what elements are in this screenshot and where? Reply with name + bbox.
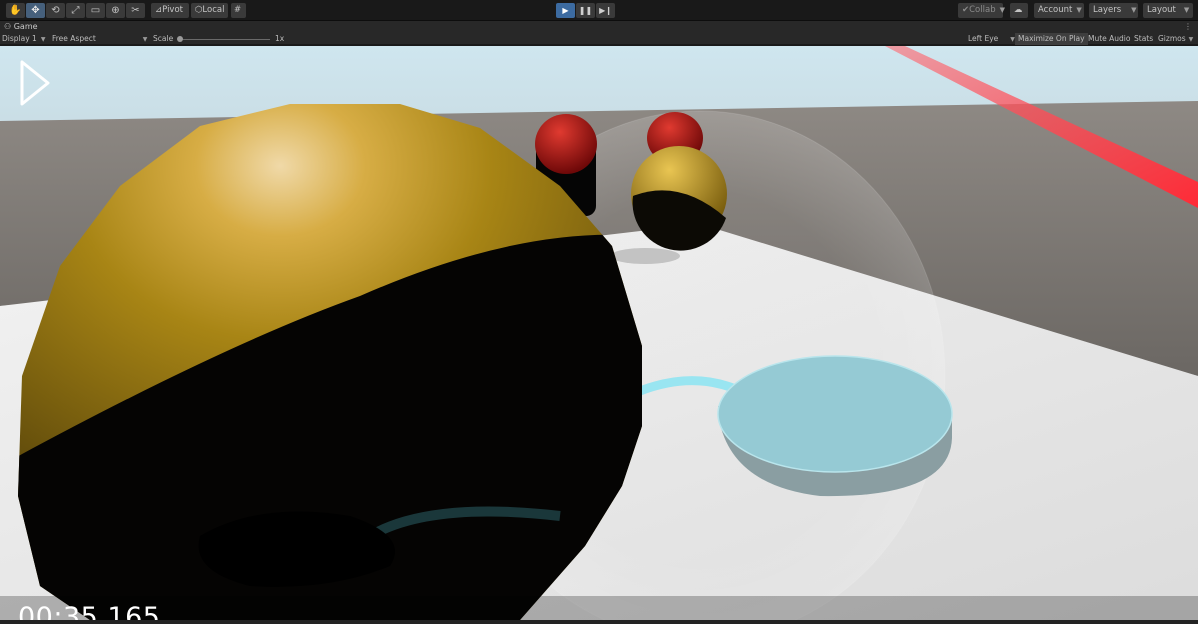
game-view-controls: Display 1 ▼ Free Aspect ▼ Scale 1x Left Ey… [0, 33, 1198, 45]
stats-toggle[interactable]: Stats [1134, 33, 1153, 45]
account-dropdown[interactable]: Account ▼ [1034, 3, 1084, 18]
grid-snap-icon: # [234, 5, 242, 15]
hand-tool-icon[interactable]: ✋ [6, 3, 25, 18]
local-label: Local [202, 5, 225, 15]
maximize-on-play-toggle[interactable]: Maximize On Play [1015, 33, 1088, 45]
layers-label: Layers [1093, 5, 1122, 15]
chevron-down-icon: ▼ [1076, 6, 1082, 14]
main-toolbar: ✋ ✥ ⟲ ⤢ ▭ ⊕ ✂ ⊿Pivot ⬡Local # ▶ ❚❚ ▶❙ ✔C… [0, 0, 1198, 21]
pause-icon: ❚❚ [578, 6, 593, 15]
bottom-vignette [0, 596, 1198, 620]
gizmos-dropdown[interactable]: Gizmos ▼ [1158, 33, 1193, 46]
eye-label: Left Eye [968, 34, 999, 43]
tab-menu-icon[interactable]: ⋮ [1184, 21, 1192, 33]
collab-label: Collab [969, 5, 996, 15]
game-tab-bar: ⚇ Game ⋮ [0, 21, 1198, 33]
aspect-label: Free Aspect [52, 34, 96, 43]
small-sphere-shadow [610, 248, 680, 264]
local-toggle[interactable]: ⬡Local [191, 3, 228, 18]
small-yellow-sphere [631, 146, 727, 251]
tab-game[interactable]: ⚇ Game [4, 21, 38, 33]
custom-tool-icon[interactable]: ✂ [126, 3, 145, 18]
cloud-button[interactable]: ☁ [1010, 3, 1028, 18]
transform-tool-icon[interactable]: ⊕ [106, 3, 125, 18]
chevron-down-icon: ▼ [999, 6, 1005, 14]
display-label: Display 1 [2, 34, 37, 43]
grid-snap-button[interactable]: # [231, 3, 246, 18]
scale-label: Scale [153, 34, 174, 43]
step-icon: ▶❙ [599, 6, 612, 15]
chevron-down-icon: ▼ [40, 36, 46, 43]
scale-slider-track[interactable] [180, 39, 270, 40]
scale-value: 1x [275, 34, 285, 43]
gizmos-label: Gizmos [1158, 34, 1186, 43]
pivot-toggle[interactable]: ⊿Pivot [151, 3, 189, 18]
cloud-icon: ☁ [1014, 5, 1023, 15]
playmode-controls: ▶ ❚❚ ▶❙ [556, 3, 615, 18]
pause-button[interactable]: ❚❚ [576, 3, 595, 18]
layout-label: Layout [1147, 5, 1176, 15]
account-label: Account [1038, 5, 1073, 15]
chevron-down-icon: ▼ [1131, 6, 1137, 14]
mute-audio-toggle[interactable]: Mute Audio [1088, 33, 1130, 45]
aspect-dropdown[interactable]: Free Aspect ▼ [52, 33, 147, 46]
rect-tool-icon[interactable]: ▭ [86, 3, 105, 18]
scale-slider-handle[interactable] [177, 36, 183, 42]
chevron-down-icon: ▼ [1188, 36, 1194, 43]
transform-tools: ✋ ✥ ⟲ ⤢ ▭ ⊕ ✂ [6, 3, 145, 18]
move-tool-icon[interactable]: ✥ [26, 3, 45, 18]
game-scene [0, 46, 1198, 620]
tab-game-label: Game [13, 22, 38, 31]
chevron-down-icon: ▼ [1183, 6, 1190, 14]
collab-dropdown[interactable]: ✔Collab ▼ [958, 3, 1005, 18]
scale-tool-icon[interactable]: ⤢ [66, 3, 85, 18]
game-viewport[interactable] [0, 46, 1198, 620]
play-button[interactable]: ▶ [556, 3, 575, 18]
chevron-down-icon: ▼ [142, 36, 148, 43]
layout-dropdown[interactable]: Layout ▼ [1143, 3, 1193, 18]
video-play-icon[interactable] [0, 46, 66, 122]
play-icon: ▶ [562, 6, 569, 15]
status-bar [0, 620, 1198, 624]
pivot-label: Pivot [162, 5, 183, 15]
layers-dropdown[interactable]: Layers ▼ [1089, 3, 1138, 18]
rotate-tool-icon[interactable]: ⟲ [46, 3, 65, 18]
gamepad-icon: ⚇ [4, 22, 12, 31]
eye-dropdown[interactable]: Left Eye ▼ [968, 33, 1015, 46]
display-dropdown[interactable]: Display 1 ▼ [2, 33, 45, 46]
step-button[interactable]: ▶❙ [596, 3, 615, 18]
